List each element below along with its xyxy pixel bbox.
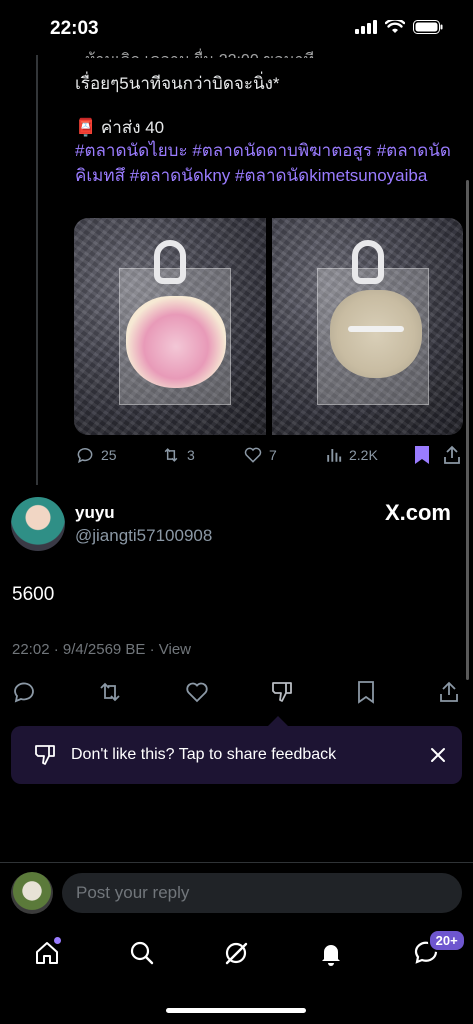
feedback-banner[interactable]: Don't like this? Tap to share feedback (11, 726, 462, 784)
bookmark-filled-icon (415, 446, 429, 464)
messages-count-badge: 20+ (427, 929, 466, 952)
dislike-icon (35, 745, 55, 765)
tab-notifications[interactable] (311, 933, 351, 973)
dislike-icon[interactable] (270, 680, 294, 704)
repost-icon (164, 448, 178, 462)
share-icon (444, 445, 460, 464)
display-name[interactable]: yuyu (75, 503, 115, 523)
close-icon[interactable] (430, 747, 446, 763)
photo-badge-front[interactable] (74, 218, 266, 435)
status-icons (355, 20, 443, 34)
grok-icon (226, 942, 248, 965)
reply-post-actions (12, 680, 460, 704)
heart-icon (244, 447, 262, 463)
post-text-line: เรื่อยๆ5นาทีจนกว่าบิดจะนิ่ง* (75, 74, 280, 93)
battery-icon (413, 20, 443, 34)
like-count: 7 (269, 447, 277, 463)
shipping-text: ค่าส่ง 40 (100, 118, 165, 137)
heart-icon[interactable] (184, 680, 210, 704)
scrollbar[interactable] (466, 180, 469, 680)
share-action[interactable] (443, 445, 461, 465)
like-action[interactable]: 7 (243, 445, 325, 465)
avatar[interactable] (11, 497, 65, 551)
post-meta[interactable]: 22:02 · 9/4/2569 BE · View (12, 641, 191, 658)
user-handle[interactable]: @jiangti57100908 (75, 526, 212, 546)
views-action[interactable]: 2.2K (325, 446, 413, 464)
bookmark-action[interactable] (413, 445, 443, 465)
post-text-cut-line: ห้ามเลิก เดอาม ยื่น 22:00 ขอนาที (85, 48, 405, 58)
status-time: 22:03 (50, 18, 99, 39)
wifi-icon (385, 20, 405, 33)
bookmark-icon[interactable] (355, 680, 377, 704)
hashtag-links[interactable]: #ตลาดนัดไยบะ #ตลาดนัดดาบพิฆาตอสูร #ตลาดน… (75, 138, 455, 188)
home-indicator[interactable] (166, 1008, 306, 1013)
thread-line (36, 55, 38, 485)
feedback-pointer (268, 716, 288, 726)
repost-action[interactable]: 3 (161, 445, 243, 465)
reply-icon (77, 448, 93, 464)
tab-bar: 20+ (0, 929, 473, 976)
feedback-text[interactable]: Don't like this? Tap to share feedback (71, 746, 430, 764)
post-text: 5600 (12, 584, 55, 605)
repost-icon[interactable] (97, 680, 123, 704)
photo-badge-back[interactable] (271, 218, 463, 435)
photo-grid[interactable] (74, 218, 463, 435)
reply-icon[interactable] (12, 680, 36, 704)
views-icon (327, 449, 342, 462)
my-avatar[interactable] (11, 872, 53, 914)
share-icon[interactable] (438, 680, 460, 704)
mailbox-icon: 📮 (75, 118, 97, 137)
signal-icon (355, 20, 377, 34)
reply-input[interactable]: Post your reply (62, 873, 462, 913)
tab-messages[interactable]: 20+ (406, 929, 466, 973)
tab-search[interactable] (122, 933, 162, 973)
divider (0, 862, 473, 863)
reply-count: 25 (101, 447, 117, 463)
shipping-line: 📮 ค่าส่ง 40 (75, 114, 164, 141)
reply-action[interactable]: 25 (75, 445, 161, 465)
x-watermark: X.com (384, 500, 451, 525)
repost-count: 3 (187, 447, 195, 463)
search-icon (130, 941, 154, 965)
post-actions: 25 3 7 2.2K (75, 445, 465, 465)
tab-grok[interactable] (216, 933, 256, 973)
tab-home[interactable] (27, 933, 67, 973)
bell-icon (322, 945, 341, 966)
views-count: 2.2K (349, 447, 378, 463)
